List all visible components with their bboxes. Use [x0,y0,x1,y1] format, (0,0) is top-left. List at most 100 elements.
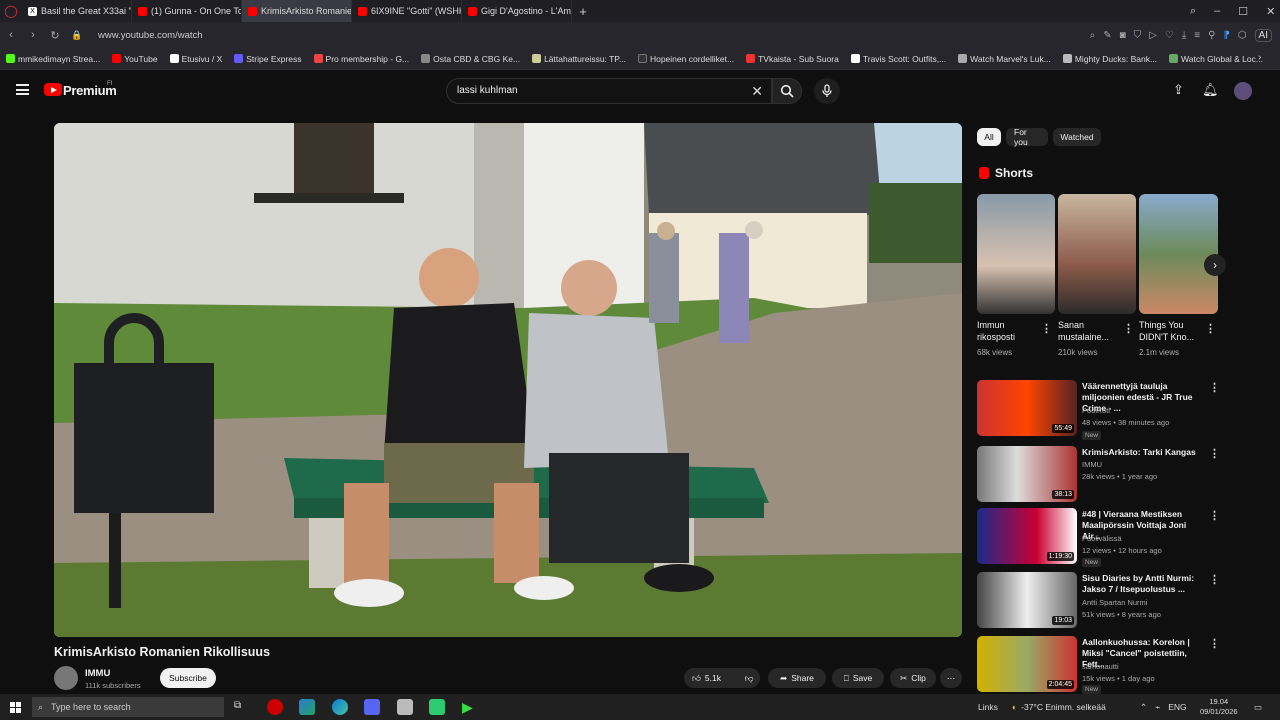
bookmark-item[interactable]: Osta CBD & CBG Ke... [421,54,520,64]
download-icon[interactable]: ⤓ [1182,30,1186,41]
short-thumbnail[interactable] [977,194,1055,314]
recommendation-title[interactable]: Sisu Diaries by Antti Nurmi: Jakso 7 / I… [1082,573,1202,595]
filter-chip-for-you[interactable]: For you [1006,127,1048,147]
windows-start-icon[interactable] [10,702,21,713]
bookmark-item[interactable]: Etusivu / X [169,54,222,64]
more-vert-icon[interactable]: ⋮ [1209,381,1220,394]
filter-chip-all[interactable]: All [977,128,1001,146]
cube-icon[interactable]: ⬡ [1238,30,1247,41]
aria-icon[interactable]: ⁋ [1223,30,1229,41]
account-avatar[interactable] [1234,82,1252,100]
spotify-app-icon[interactable] [429,699,445,715]
bookmark-item[interactable]: Travis Scott: Outfits,... [850,54,946,64]
menu-lines-icon[interactable]: ≡ [1194,30,1200,41]
task-view-icon[interactable]: ⧉ [234,700,241,711]
more-vert-icon[interactable]: ⋮ [1209,573,1220,586]
heart-icon[interactable]: ♡ [1165,30,1174,41]
recommendation-thumbnail[interactable]: 38:13 [977,446,1077,502]
discord-app-icon[interactable] [364,699,380,715]
dislike-button[interactable]: 👎︎ [738,668,760,688]
kick-app-icon[interactable]: ▶ [462,699,478,715]
maximize-icon[interactable]: ☐ [1238,5,1248,18]
recommendation-channel[interactable]: Antti Spartan Nurmi [1082,598,1147,607]
clock[interactable]: 19.04 09/01/2026 [1200,694,1238,720]
voice-search-button[interactable] [814,78,840,104]
browser-tab[interactable]: X Basil the Great X33ai "You [22,0,132,22]
office-app-icon[interactable] [299,699,315,715]
close-window-icon[interactable]: ✕ [1266,5,1275,18]
bookmark-item[interactable]: Pro membership - G... [313,54,409,64]
user-icon[interactable]: ⚲ [1208,30,1215,41]
bookmark-item[interactable]: Watch Global & Loc... [1169,54,1263,64]
recommendation-channel[interactable]: PodiKoti [1082,406,1110,415]
recommendation-channel[interactable]: samonautti [1082,662,1119,671]
browser-tab[interactable]: (1) Gunna - On One Tonig [132,0,242,22]
clip-button[interactable]: ✂ Clip [890,668,936,688]
recommendation-channel[interactable]: IMMU [1082,460,1102,469]
camera-icon[interactable]: ◙ [1120,30,1126,41]
recommendation-title[interactable]: KrimisArkisto: Tarki Kangas [1082,447,1202,458]
new-tab-icon[interactable]: + [572,4,594,19]
bookmarks-overflow-icon[interactable]: › [1258,52,1261,63]
hamburger-menu-icon[interactable] [16,84,29,95]
network-icon[interactable]: ⌁ [1155,702,1160,713]
browser-tab[interactable]: Gigi D'Agostino - L'Amou [462,0,572,22]
shield-icon[interactable]: ⛉ [1134,30,1142,41]
upload-icon[interactable]: ⇪ [1173,82,1184,98]
recommendation-thumbnail[interactable]: 55:49 [977,380,1077,436]
bookmark-item[interactable]: Lättahattureissu: TP... [532,54,626,64]
bookmark-item[interactable]: Watch Marvel's Luk... [958,54,1051,64]
bookmark-item[interactable]: Hopeinen cordelliket... [637,54,734,64]
short-title[interactable]: Sanan mustalaine... [1058,319,1120,343]
more-vert-icon[interactable]: ⋮ [1209,509,1220,522]
search-icon[interactable]: ⌕ [1090,30,1096,41]
bookmark-item[interactable]: mmikedimayn Strea... [6,54,100,64]
more-vert-icon[interactable]: ⋮ [1123,322,1134,335]
weather-widget[interactable]: ◐ -37°C Enimm. selkeää [1012,694,1106,720]
play-icon[interactable]: ▷ [1149,30,1157,41]
browser-tab[interactable]: 6IX9INE "Gotti" (WSHH E [352,0,462,22]
search-tabs-icon[interactable]: ⌕ [1190,5,1196,18]
bookmark-item[interactable]: TVkaista - Sub Suora [746,54,839,64]
more-vert-icon[interactable]: ⋮ [1041,322,1052,335]
next-arrow-icon[interactable]: › [1204,254,1226,276]
youtube-logo-icon[interactable] [44,83,62,96]
short-thumbnail[interactable] [1058,194,1136,314]
search-input[interactable]: lassi kuhlman ✕ [446,78,772,104]
channel-avatar[interactable] [54,666,78,690]
short-thumbnail[interactable] [1139,194,1218,314]
taskbar-search-input[interactable]: ⌕ Type here to search [32,697,224,717]
opera-app-icon[interactable] [267,699,283,715]
channel-name[interactable]: IMMU [85,668,110,679]
clear-search-icon[interactable]: ✕ [751,83,763,100]
url-field[interactable]: www.youtube.com/watch [98,30,203,41]
reload-icon[interactable]: ↻ [44,29,66,42]
search-button[interactable] [772,78,802,104]
edit-icon[interactable]: ✎ [1103,30,1111,41]
subscribe-button[interactable]: Subscribe [160,668,216,688]
more-vert-icon[interactable]: ⋮ [1209,637,1220,650]
filter-chip-watched[interactable]: Watched [1053,128,1101,146]
bookmark-item[interactable]: YouTube [112,54,158,64]
short-title[interactable]: Immun rikosposti [977,319,1039,343]
bell-icon[interactable]: 🔔︎ [1202,82,1219,98]
browser-tab-active[interactable]: KrimisArkisto Romanien R ✕ [242,0,352,22]
links-toolbar[interactable]: Links [978,694,998,720]
recommendation-thumbnail[interactable]: 19:03 [977,572,1077,628]
recommendation-thumbnail[interactable]: 1:19:30 [977,508,1077,564]
minimize-icon[interactable]: – [1214,5,1220,17]
video-player[interactable] [54,123,962,637]
bookmark-item[interactable]: Stripe Express [234,54,302,64]
share-button[interactable]: ➦ Share [768,668,826,688]
edge-app-icon[interactable] [332,699,348,715]
chevron-up-icon[interactable]: ⌃ [1140,702,1147,713]
recommendation-channel[interactable]: Puolivälissä [1082,534,1122,543]
more-vert-icon[interactable]: ⋮ [1205,322,1216,335]
more-actions-button[interactable]: ⋯ [940,668,962,688]
opera-logo-icon[interactable]: ◯ [0,0,22,22]
ai-button[interactable]: AI [1254,28,1272,42]
notification-icon[interactable]: ▭ [1254,694,1262,720]
bookmark-item[interactable]: Mighty Ducks: Bank... [1062,54,1157,64]
short-title[interactable]: Things You DIDN'T Kno... [1139,319,1201,343]
save-button[interactable]: ⎕ Save [832,668,884,688]
